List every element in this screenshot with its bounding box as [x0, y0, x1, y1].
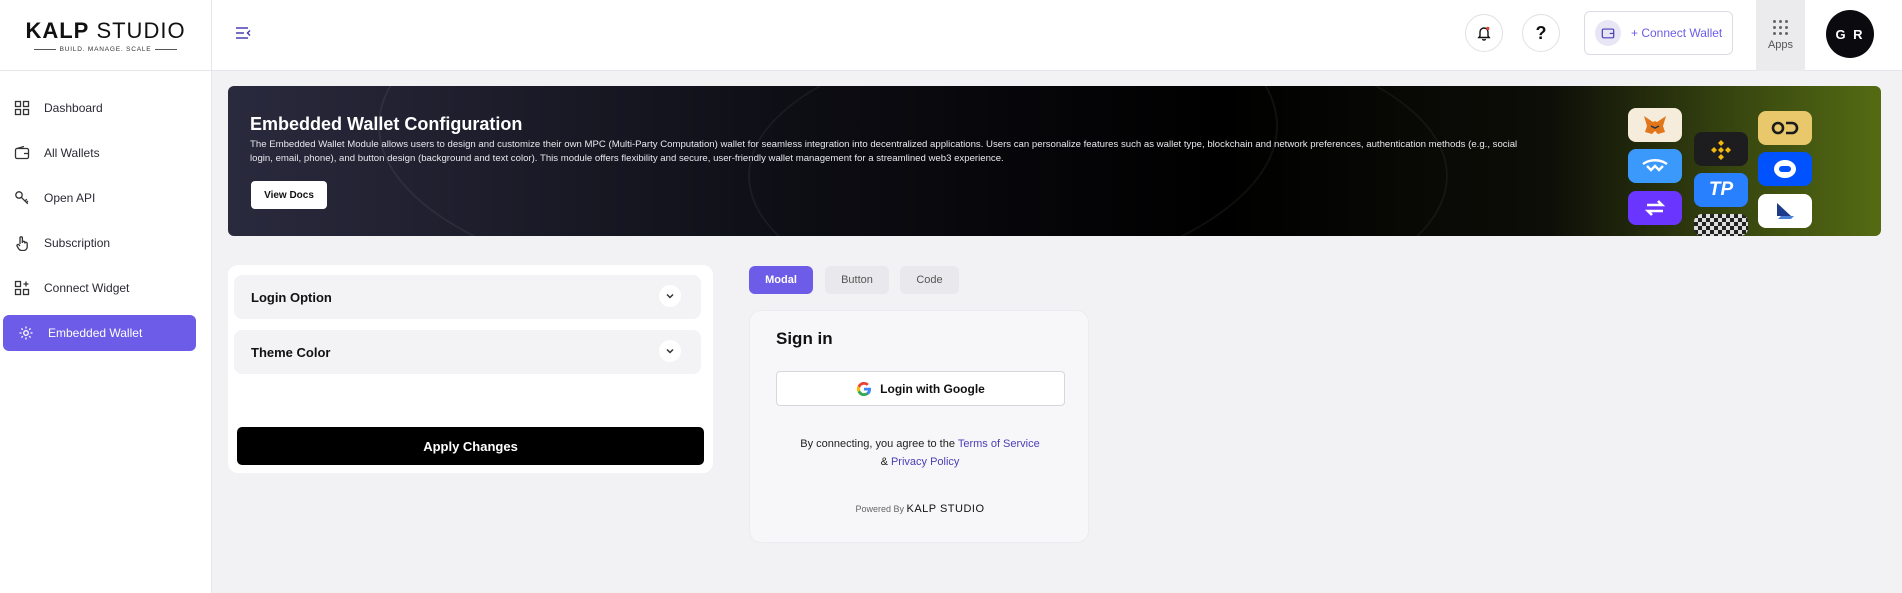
apply-changes-button[interactable]: Apply Changes [237, 427, 704, 465]
sidebar-item-label: Connect Widget [44, 281, 130, 295]
dashboard-icon [14, 100, 30, 116]
sidebar-item-subscription[interactable]: Subscription [14, 225, 197, 261]
google-icon [857, 381, 872, 396]
powered-by-logo: KALP STUDIO [906, 503, 985, 515]
hand-tap-icon [16, 236, 28, 251]
widget-icon [14, 280, 30, 296]
login-with-google-button[interactable]: Login with Google [776, 371, 1065, 406]
bell-icon [1477, 26, 1491, 41]
connect-wallet-label: + Connect Wallet [1631, 26, 1723, 40]
config-panel: Login Option Theme Color Apply Changes [228, 265, 713, 473]
avatar[interactable]: G R [1826, 10, 1874, 58]
connect-wallet-button[interactable]: + Connect Wallet [1584, 11, 1733, 55]
accordion-title: Login Option [251, 289, 332, 305]
sidebar: KALP STUDIO BUILD. MANAGE. SCALE Dashboa… [0, 0, 212, 593]
key-icon [15, 191, 29, 205]
sidebar-item-embedded-wallet[interactable]: Embedded Wallet [3, 315, 196, 351]
wallet-icon [14, 145, 30, 160]
apps-grid-icon [1773, 20, 1788, 35]
info-banner: Embedded Wallet Configuration The Embedd… [228, 86, 1881, 236]
sidebar-item-label: Subscription [44, 236, 111, 250]
tokenpocket-tile-icon: TP [1694, 173, 1748, 207]
help-icon: ? [1535, 22, 1547, 43]
view-docs-button[interactable]: View Docs [251, 181, 327, 209]
brand-logo[interactable]: KALP STUDIO BUILD. MANAGE. SCALE [0, 0, 211, 71]
theme-color-accordion[interactable]: Theme Color [234, 330, 701, 374]
privacy-policy-link[interactable]: Privacy Policy [891, 456, 959, 468]
walletconnect-tile-icon [1628, 149, 1682, 183]
apps-button[interactable]: Apps [1756, 0, 1805, 71]
notifications-button[interactable] [1465, 14, 1503, 52]
brand-tagline: BUILD. MANAGE. SCALE [59, 45, 152, 53]
banner-title: Embedded Wallet Configuration [250, 114, 523, 134]
sidebar-item-dashboard[interactable]: Dashboard [14, 90, 197, 126]
collapse-menu-icon[interactable] [234, 24, 252, 42]
sail-tile-icon [1758, 194, 1812, 228]
google-button-label: Login with Google [880, 381, 985, 396]
chevron-down-icon[interactable] [659, 285, 681, 307]
wallet-icon [1595, 20, 1621, 46]
signin-title: Sign in [776, 329, 833, 348]
login-option-accordion[interactable]: Login Option [234, 275, 701, 319]
signin-preview-card: Sign in Login with Google By connecting,… [749, 310, 1089, 543]
sidebar-nav: Dashboard All Wallets Open API Subscript… [0, 71, 211, 351]
sidebar-item-label: Dashboard [44, 101, 103, 115]
bitget-tile-icon [1758, 111, 1812, 145]
sidebar-item-label: Open API [44, 191, 96, 205]
tab-modal[interactable]: Modal [749, 266, 813, 294]
binance-tile-icon [1694, 132, 1748, 166]
terms-text: By connecting, you agree to the Terms of… [800, 438, 1040, 468]
sidebar-item-label: All Wallets [44, 146, 100, 160]
help-button[interactable]: ? [1522, 14, 1560, 52]
metamask-tile-icon [1628, 108, 1682, 142]
swap-tile-icon [1628, 191, 1682, 225]
chevron-down-icon[interactable] [659, 340, 681, 362]
embedded-wallet-icon [19, 326, 33, 340]
sidebar-item-connect-widget[interactable]: Connect Widget [14, 270, 197, 306]
powered-by: Powered By KALP STUDIO [855, 503, 985, 515]
apps-label: Apps [1767, 39, 1794, 51]
coinbase-tile-icon [1758, 152, 1812, 186]
top-bar: ? + Connect Wallet Apps G R [212, 0, 1902, 71]
sidebar-item-all-wallets[interactable]: All Wallets [14, 135, 197, 171]
tab-button[interactable]: Button [825, 266, 889, 294]
tab-code[interactable]: Code [900, 266, 959, 294]
terms-of-service-link[interactable]: Terms of Service [958, 438, 1040, 450]
sidebar-item-label: Embedded Wallet [48, 326, 143, 340]
sidebar-item-open-api[interactable]: Open API [14, 180, 197, 216]
accordion-title: Theme Color [251, 344, 331, 360]
checker-tile-icon [1694, 214, 1748, 236]
banner-description: The Embedded Wallet Module allows users … [250, 139, 1518, 164]
